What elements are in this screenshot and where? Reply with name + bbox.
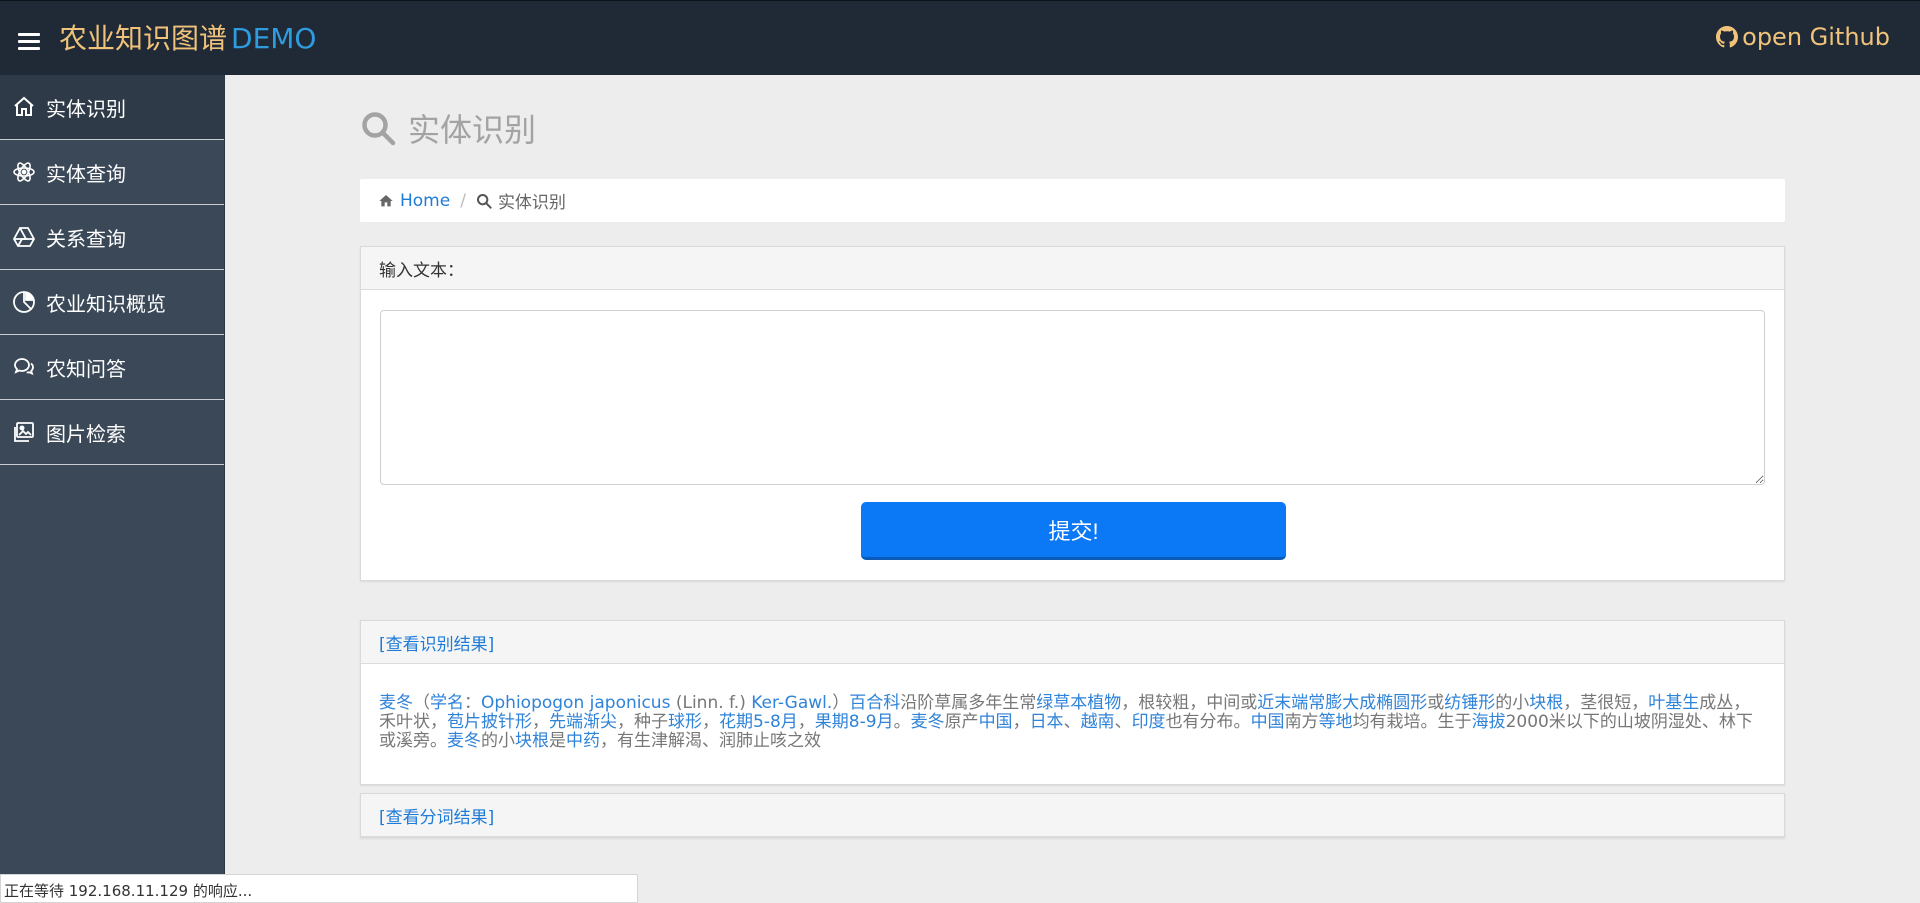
result-text-fragment: 、 (1063, 712, 1081, 732)
sidebar-item-knowledge-overview[interactable]: 农业知识概览 (0, 270, 224, 335)
submit-button[interactable]: 提交! (861, 502, 1286, 560)
sidebar-item-label: 农知问答 (46, 356, 126, 381)
atom-icon (13, 162, 35, 182)
result-text-fragment: ： (464, 693, 481, 713)
home-icon (379, 194, 393, 206)
result-text-fragment: ） (832, 693, 850, 713)
entity-mention[interactable]: 近末端常膨大成椭圆形 (1257, 693, 1427, 713)
github-icon (1716, 26, 1739, 48)
open-github-link[interactable]: open Github (1716, 21, 1890, 53)
breadcrumb-current: 实体识别 (476, 188, 566, 213)
search-icon (476, 193, 492, 209)
view-recognition-result-link[interactable]: [查看识别结果] (379, 630, 494, 655)
sidebar-item-relation-query[interactable]: 关系查询 (0, 205, 224, 270)
entity-mention[interactable]: 百合科 (849, 693, 900, 713)
result-text-fragment: 原产 (944, 712, 979, 732)
page-title-text: 实体识别 (408, 111, 537, 149)
result-text-fragment: 是 (549, 731, 566, 751)
entity-mention[interactable]: 麦冬 (379, 693, 413, 713)
entity-mention[interactable]: 纺锤形 (1444, 693, 1495, 713)
entity-mention[interactable]: 印度 (1132, 712, 1166, 732)
page-title: 实体识别 (360, 105, 536, 151)
result-text-fragment: 或 (1427, 693, 1445, 713)
result-text-fragment: ， (1012, 712, 1030, 732)
entity-mention[interactable]: 等地 (1319, 712, 1353, 732)
app-brand[interactable]: 农业知识图谱 DEMO (59, 21, 316, 57)
input-panel-header: 输入文本： (361, 247, 1784, 290)
brand-title: 农业知识图谱 (59, 22, 228, 55)
result-text-fragment: 、 (1114, 712, 1132, 732)
entity-mention[interactable]: 花期5-8月 (719, 712, 798, 732)
recognition-result-text: 麦冬（学名：Ophiopogon japonicus (Linn. f.) Ke… (361, 664, 1784, 751)
view-segmentation-result-link[interactable]: [查看分词结果] (379, 803, 494, 828)
entity-mention[interactable]: 麦冬 (447, 731, 481, 751)
chat-icon (14, 358, 34, 376)
result-text-fragment: 沿阶草属多年生常 (900, 693, 1037, 713)
entity-mention[interactable]: 果期8-9月 (815, 712, 894, 732)
search-icon (362, 112, 396, 146)
brand-suffix: DEMO (231, 22, 317, 55)
result-text-fragment: 的小 (481, 731, 515, 751)
github-label: open Github (1742, 23, 1890, 51)
sidebar-item-image-search[interactable]: 图片检索 (0, 400, 224, 465)
segmentation-panel-header: [查看分词结果] (361, 794, 1784, 837)
entity-mention[interactable]: 绿草本植物 (1036, 693, 1121, 713)
drive-icon (12, 227, 36, 247)
entity-mention[interactable]: 块根 (1529, 693, 1563, 713)
home-icon (14, 96, 34, 116)
result-text-fragment: ， (532, 712, 549, 732)
entity-mention[interactable]: 叶基生 (1648, 693, 1699, 713)
result-text-fragment: ，根较粗，中间或 (1121, 693, 1258, 713)
sidebar-item-label: 图片检索 (46, 421, 126, 446)
sidebar-item-label: 实体查询 (46, 161, 126, 186)
entity-mention[interactable]: 中国 (979, 712, 1013, 732)
entity-mention[interactable]: Ophiopogon japonicus (481, 693, 670, 713)
result-text-fragment: ，种子 (617, 712, 668, 732)
breadcrumb-separator: / (460, 190, 466, 211)
entity-mention[interactable]: 中国 (1251, 712, 1285, 732)
result-text-fragment: ， (702, 712, 719, 732)
result-text-fragment: 南方 (1284, 712, 1319, 732)
entity-mention[interactable]: 中药 (566, 731, 600, 751)
result-text-fragment: ，茎很短， (1563, 693, 1649, 713)
text-input[interactable] (380, 310, 1765, 485)
result-text-fragment: (Linn. f.) (670, 693, 752, 713)
pie-chart-icon (13, 291, 35, 313)
entity-mention[interactable]: 海拔 (1472, 712, 1506, 732)
entity-mention[interactable]: 球形 (668, 712, 702, 732)
breadcrumb-home-link[interactable]: Home (400, 191, 450, 211)
result-text-fragment: 均有栽培。生于 (1352, 712, 1472, 732)
sidebar-item-entity-query[interactable]: 实体查询 (0, 140, 224, 205)
entity-mention[interactable]: 块根 (515, 731, 549, 751)
sidebar-item-label: 农业知识概览 (46, 291, 166, 316)
segmentation-panel: [查看分词结果] (360, 793, 1785, 838)
entity-mention[interactable]: 日本 (1030, 712, 1064, 732)
breadcrumb: Home / 实体识别 (360, 179, 1785, 222)
result-text-fragment: 。 (893, 712, 911, 732)
result-text-fragment: 也有分布。 (1165, 712, 1251, 732)
top-navbar: 农业知识图谱 DEMO open Github (0, 0, 1920, 75)
sidebar-item-label: 关系查询 (46, 226, 126, 251)
entity-mention[interactable]: 苞片披针形 (447, 712, 532, 732)
sidebar-item-qa[interactable]: 农知问答 (0, 335, 224, 400)
entity-mention[interactable]: 越南 (1081, 712, 1115, 732)
entity-mention[interactable]: 麦冬 (911, 712, 945, 732)
result-panel-header: [查看识别结果] (361, 621, 1784, 664)
entity-mention[interactable]: 先端渐尖 (549, 712, 617, 732)
input-panel: 输入文本： 提交! (360, 246, 1785, 581)
result-panel: [查看识别结果] 麦冬（学名：Ophiopogon japonicus (Lin… (360, 620, 1785, 785)
result-text-fragment: 的小 (1495, 693, 1530, 713)
result-text-fragment: ，有生津解渴、润肺止咳之效 (600, 731, 821, 751)
breadcrumb-current-label: 实体识别 (497, 193, 566, 213)
image-icon (14, 422, 34, 442)
entity-mention[interactable]: 学名 (430, 693, 464, 713)
result-text-fragment: （ (413, 693, 430, 713)
browser-status-bar: 正在等待 192.168.11.129 的响应... (0, 874, 638, 903)
sidebar-item-label: 实体识别 (46, 96, 126, 121)
sidebar: 实体识别 实体查询 关系查询 农业知识概览 农知问答 图片检索 (0, 75, 225, 903)
sidebar-item-entity-recognition[interactable]: 实体识别 (0, 75, 224, 140)
result-text-fragment: ， (797, 712, 815, 732)
hamburger-menu-icon[interactable] (18, 33, 40, 51)
entity-mention[interactable]: Ker-Gawl. (751, 693, 832, 713)
